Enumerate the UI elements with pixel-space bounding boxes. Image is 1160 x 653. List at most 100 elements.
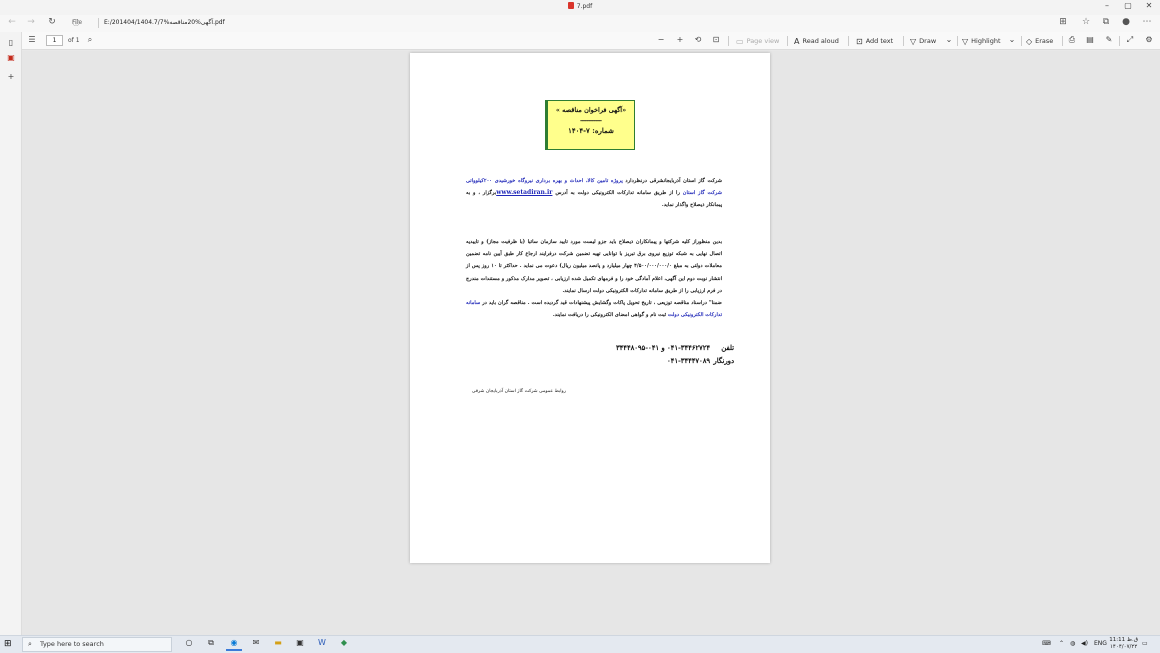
clock-time: 11:11 ق.ظ	[1109, 637, 1138, 643]
page-view-label: Page view	[746, 37, 780, 45]
notifications-icon[interactable]: ▭	[1142, 640, 1148, 647]
reader-mode-icon[interactable]: ⊞	[1056, 17, 1070, 27]
network-icon[interactable]: ◍	[1070, 640, 1075, 647]
zoom-in-icon[interactable]: +	[673, 35, 687, 44]
clock-date: ۱۴۰۴/۰۷/۲۲	[1109, 644, 1138, 650]
pdf-file-icon	[567, 2, 574, 9]
read-aloud-label: Read aloud	[802, 37, 839, 45]
save-as-icon[interactable]: ✎	[1102, 35, 1116, 44]
intro-text-c: را از طریق سامانه تدارکات الکترونیکی دول…	[552, 190, 683, 197]
highlight-icon: ▽	[962, 37, 969, 46]
tender-text-d: ثبت نام و گواهی امضای الکترونیکی را دریا…	[552, 312, 668, 319]
window-title: 7.pdf	[576, 3, 593, 10]
toolbar-divider	[1062, 36, 1063, 46]
notice-box: «آگهی فراخوان مناقصه » ــــــــــــ شمار…	[547, 100, 635, 150]
minimize-button[interactable]: –	[1097, 1, 1117, 10]
fullscreen-icon[interactable]: ⤢	[1123, 35, 1137, 45]
pdf-toolbar: ☰ 1 of 1 ⌕ − + ⟲ ⊡ ▭ Page view A Read alou…	[22, 32, 1160, 50]
refresh-icon[interactable]: ↻	[45, 17, 59, 27]
tray-chevron-up-icon[interactable]: ⌃	[1059, 640, 1064, 647]
back-arrow-icon[interactable]: ←	[5, 17, 19, 27]
intro-text-a: شرکت گاز استان آذربایجانشرقی درنظردارد	[622, 178, 722, 184]
fax-value: ۰۴۱-۳۴۴۴۷۰۸۹	[667, 357, 710, 365]
conditions-text: بدین منظوراز کلیه شرکتها و پیمانکاران ذی…	[466, 239, 722, 294]
fax-line: دورنگار۰۴۱-۳۴۴۴۷۰۸۹	[667, 357, 734, 365]
contents-icon[interactable]: ☰	[25, 35, 39, 44]
highlight-button[interactable]: ▽ Highlight	[962, 37, 1001, 46]
mail-icon[interactable]: ✉	[248, 638, 264, 651]
public-relations-note: روابط عمومی شرکت گاز استان آذربایجان شرق…	[472, 389, 566, 394]
store-icon[interactable]: ▣	[292, 638, 308, 651]
cortana-icon[interactable]: ○	[181, 638, 197, 651]
task-view-icon[interactable]: ⧉	[203, 638, 219, 651]
conditions-paragraph: بدین منظوراز کلیه شرکتها و پیمانکاران ذی…	[466, 236, 722, 321]
print-icon[interactable]: ⎙	[1065, 35, 1079, 45]
window-title-wrap: 7.pdf	[0, 2, 1160, 10]
taskbar-search-input[interactable]: ⌕ Type here to search	[22, 637, 172, 652]
pdf-tab-icon[interactable]: ▣	[4, 53, 18, 65]
save-icon[interactable]: ▤	[1083, 35, 1097, 44]
read-aloud-icon: A	[794, 37, 800, 46]
address-url[interactable]: E:/201404/1404.7/7%آگهی%20مناقصه.pdf	[104, 19, 225, 26]
page-view-icon: ▭	[736, 37, 744, 46]
notice-dashes: ــــــــــــ	[580, 116, 602, 123]
search-icon: ⌕	[28, 640, 32, 648]
add-tab-icon[interactable]: +	[4, 72, 18, 84]
draw-label: Draw	[919, 37, 937, 45]
volume-icon[interactable]: ◀)	[1081, 640, 1088, 647]
zoom-out-icon[interactable]: −	[654, 35, 668, 44]
rotate-icon[interactable]: ⟲	[691, 35, 705, 44]
setadiran-link[interactable]: www.setadiran.ir	[496, 189, 552, 196]
sidebar-toggle-icon[interactable]: ▯	[4, 38, 18, 50]
edge-browser-icon[interactable]: ◉	[226, 638, 242, 651]
phone-line: تلفن ۰۴۱-۳۴۴۶۲۷۲۴ و ۰۴۱-۳۴۴۴۸۰۹۵	[616, 344, 734, 352]
title-bar: 7.pdf – ▢ ✕	[0, 0, 1160, 15]
draw-pen-icon: ▽	[910, 37, 917, 46]
highlight-chevron-down-icon[interactable]: ⌄	[1005, 35, 1019, 44]
erase-label: Erase	[1035, 37, 1054, 45]
address-bar: ← → ↻ ⓘ File E:/201404/1404.7/7%آگهی%20م…	[0, 15, 1160, 32]
fit-page-icon[interactable]: ⊡	[709, 35, 723, 44]
favorite-star-icon[interactable]: ☆	[1079, 17, 1093, 27]
search-placeholder: Type here to search	[40, 640, 104, 648]
side-rail: ▯ ▣ +	[0, 32, 22, 635]
settings-gear-icon[interactable]: ⚙	[1142, 35, 1156, 44]
pdf-page: «آگهی فراخوان مناقصه » ــــــــــــ شمار…	[410, 53, 770, 563]
eraser-icon: ◇	[1026, 37, 1033, 46]
app-icon[interactable]: ◆	[336, 638, 352, 651]
taskbar: ⊞ ⌕ Type here to search ○ ⧉ ◉ ✉ ▬ ▣ W ◆ ⌨…	[0, 635, 1160, 653]
address-separator	[98, 18, 99, 28]
draw-chevron-down-icon[interactable]: ⌄	[942, 35, 956, 44]
page-view-button[interactable]: ▭ Page view	[736, 37, 779, 46]
read-aloud-button[interactable]: A Read aloud	[794, 37, 839, 46]
close-window-button[interactable]: ✕	[1139, 1, 1159, 10]
word-icon[interactable]: W	[314, 638, 330, 651]
file-explorer-icon[interactable]: ▬	[270, 638, 286, 651]
add-text-button[interactable]: ⊡ Add text	[856, 37, 893, 46]
highlight-label: Highlight	[971, 37, 1001, 45]
toolbar-divider	[728, 36, 729, 46]
keyboard-icon[interactable]: ⌨	[1042, 640, 1051, 647]
intro-paragraph: شرکت گاز استان آذربایجانشرقی درنظردارد پ…	[466, 175, 722, 212]
tender-text-b: ضمنا" دراسناد مناقصه توزیعی ، تاریخ تحوی…	[480, 300, 722, 307]
find-search-icon[interactable]: ⌕	[83, 35, 97, 45]
collections-icon[interactable]: ⧉	[1099, 17, 1113, 27]
toolbar-divider	[957, 36, 958, 46]
forward-arrow-icon[interactable]: →	[24, 17, 38, 27]
toolbar-divider	[1021, 36, 1022, 46]
page-count: of 1	[68, 37, 80, 44]
erase-button[interactable]: ◇ Erase	[1026, 37, 1053, 46]
windows-start-icon[interactable]: ⊞	[4, 639, 12, 649]
language-indicator[interactable]: ENG	[1094, 640, 1107, 647]
add-text-icon: ⊡	[856, 37, 863, 46]
page-number-input[interactable]: 1	[46, 35, 63, 46]
system-clock[interactable]: 11:11 ق.ظ ۱۴۰۴/۰۷/۲۲	[1109, 637, 1138, 651]
draw-button[interactable]: ▽ Draw	[910, 37, 936, 46]
more-menu-icon[interactable]: ⋯	[1140, 17, 1154, 27]
add-text-label: Add text	[865, 37, 894, 45]
notice-number: شماره: ۷-۱۴۰۴	[568, 126, 614, 135]
profile-avatar[interactable]: ●	[1119, 17, 1133, 27]
maximize-button[interactable]: ▢	[1118, 1, 1138, 10]
toolbar-divider	[1119, 36, 1120, 46]
phone-value: ۰۴۱-۳۴۴۶۲۷۲۴ و ۰۴۱-۳۴۴۴۸۰۹۵	[616, 344, 710, 352]
